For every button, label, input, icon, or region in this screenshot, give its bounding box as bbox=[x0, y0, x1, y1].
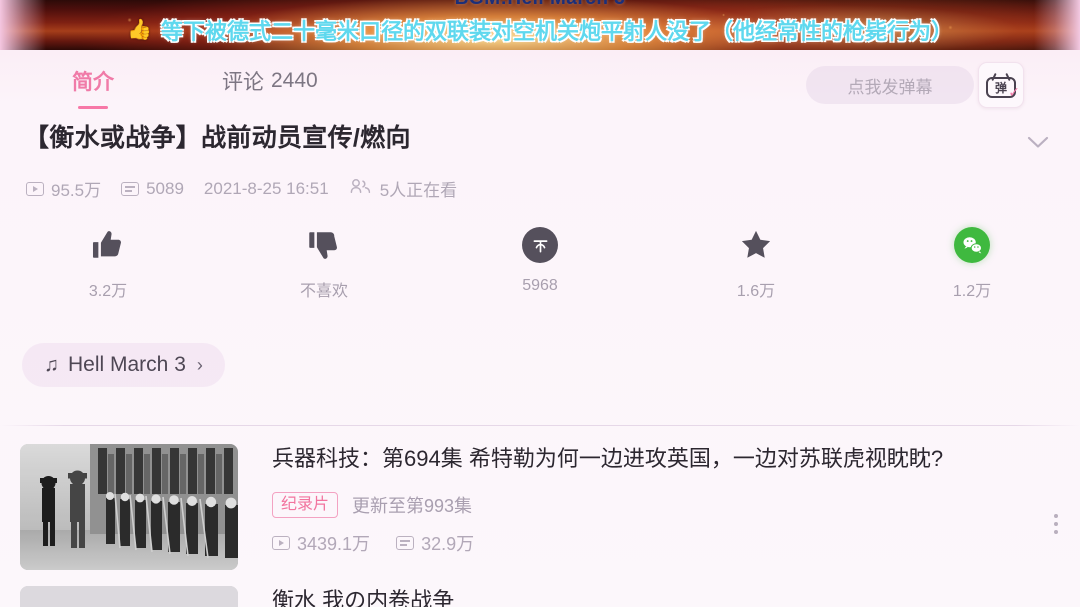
dislike-button[interactable]: 不喜欢 bbox=[216, 225, 432, 301]
tab-bar: 简介 评论 2440 点我发弹幕 弹 ✓ bbox=[0, 50, 1080, 112]
more-vertical-icon[interactable] bbox=[1054, 514, 1058, 534]
list-item[interactable]: 兵器科技：第694集 希特勒为何一边进攻英国，一边对苏联虎视眈眈? 纪录片 更新… bbox=[0, 426, 1080, 570]
chevron-down-icon[interactable] bbox=[1016, 122, 1060, 162]
rec-title: 衡水 我の内卷战争 bbox=[272, 588, 455, 607]
list-item[interactable]: 衡水 我の内卷战争 bbox=[0, 570, 1080, 607]
rec-info: 衡水 我の内卷战争 bbox=[238, 586, 1080, 607]
danmaku-input-placeholder: 点我发弹幕 bbox=[847, 77, 933, 97]
dislike-label: 不喜欢 bbox=[299, 283, 348, 300]
favorite-count: 1.6万 bbox=[736, 283, 776, 300]
meta-date: 2021-8-25 16:51 bbox=[204, 179, 329, 199]
tab-comments-count: 2440 bbox=[271, 69, 318, 92]
chevron-right-icon: › bbox=[196, 354, 203, 375]
viewers-icon bbox=[349, 178, 373, 199]
music-tag-title: Hell March 3 bbox=[68, 353, 186, 376]
meta-plays: 95.5万 bbox=[26, 176, 101, 201]
rec-plays-value: 3439.1万 bbox=[297, 533, 371, 554]
tab-intro[interactable]: 简介 bbox=[72, 66, 114, 96]
coin-icon bbox=[522, 225, 558, 265]
action-bar: 3.2万 不喜欢 5968 1.6万 1.2万 bbox=[0, 201, 1080, 301]
rec-thumbnail[interactable] bbox=[20, 586, 238, 607]
video-player-strip[interactable]: BGM:Hell March 3 👍 等下被德式二十毫米口径的双联装对空机关炮平… bbox=[0, 0, 1080, 50]
danmaku-tv-icon: 弹 ✓ bbox=[986, 72, 1020, 100]
player-edge-glow-right bbox=[1034, 0, 1080, 50]
music-tag[interactable]: ♫ Hell March 3 › bbox=[22, 343, 225, 387]
like-button[interactable]: 3.2万 bbox=[0, 225, 216, 301]
play-count-icon bbox=[26, 181, 44, 196]
tab-comments[interactable]: 评论 2440 bbox=[222, 66, 318, 96]
play-count-icon bbox=[272, 535, 290, 550]
star-icon bbox=[738, 225, 774, 265]
coin-button[interactable]: 5968 bbox=[432, 225, 648, 301]
player-edge-glow-left bbox=[0, 0, 46, 50]
tab-intro-label: 简介 bbox=[72, 71, 114, 94]
wechat-icon bbox=[954, 225, 990, 265]
thumbs-up-icon bbox=[91, 225, 125, 265]
content-area: 简介 评论 2440 点我发弹幕 弹 ✓ 【衡水或战争】战前动员宣传/燃向 95… bbox=[0, 50, 1080, 607]
video-meta-row: 95.5万 5089 2021-8-25 16:51 5人正在看 bbox=[0, 162, 1080, 201]
music-tag-wrap: ♫ Hell March 3 › bbox=[0, 301, 1080, 387]
rec-danmaku: 32.9万 bbox=[396, 530, 474, 556]
rec-danmaku-value: 32.9万 bbox=[421, 533, 475, 554]
danmaku-entry-group: 点我发弹幕 弹 ✓ bbox=[806, 62, 1024, 108]
meta-danmaku-value: 5089 bbox=[146, 178, 184, 198]
tab-comments-label: 评论 bbox=[222, 71, 264, 94]
video-title: 【衡水或战争】战前动员宣传/燃向 bbox=[24, 124, 411, 152]
danmaku-count-icon bbox=[121, 181, 140, 196]
wechat-share-count: 1.2万 bbox=[952, 283, 992, 300]
coin-count: 5968 bbox=[522, 277, 558, 294]
wechat-share-button[interactable]: 1.2万 bbox=[864, 225, 1080, 301]
meta-watching-value: 5人正在看 bbox=[379, 181, 458, 200]
bgm-overlay-text: BGM:Hell March 3 bbox=[0, 0, 1080, 10]
title-row[interactable]: 【衡水或战争】战前动员宣传/燃向 bbox=[0, 112, 1080, 162]
danmaku-toggle-button[interactable]: 弹 ✓ bbox=[978, 62, 1024, 108]
like-count: 3.2万 bbox=[88, 283, 128, 300]
rec-thumbnail[interactable] bbox=[20, 444, 238, 570]
music-note-icon: ♫ bbox=[44, 353, 59, 376]
favorite-button[interactable]: 1.6万 bbox=[648, 225, 864, 301]
danmaku-count-icon bbox=[396, 535, 415, 550]
meta-watching: 5人正在看 bbox=[349, 176, 457, 201]
danmaku-input[interactable]: 点我发弹幕 bbox=[806, 66, 974, 104]
rec-update-text: 更新至第993集 bbox=[352, 495, 473, 516]
meta-plays-value: 95.5万 bbox=[51, 181, 102, 200]
rec-info: 兵器科技：第694集 希特勒为何一边进攻英国，一边对苏联虎视眈眈? 纪录片 更新… bbox=[238, 444, 1080, 570]
thumbs-down-icon bbox=[307, 225, 341, 265]
danmaku-overlay: 👍 等下被德式二十毫米口径的双联装对空机关炮平射人没了（他经常性的枪毙行为） bbox=[0, 14, 1080, 46]
rec-stats: 3439.1万 32.9万 bbox=[272, 530, 1020, 556]
meta-danmaku: 5089 bbox=[121, 179, 184, 199]
meta-date-value: 2021-8-25 16:51 bbox=[203, 178, 329, 198]
rec-plays: 3439.1万 bbox=[272, 530, 370, 556]
rec-title: 兵器科技：第694集 希特勒为何一边进攻英国，一边对苏联虎视眈眈? bbox=[272, 446, 944, 471]
check-icon: ✓ bbox=[1008, 83, 1020, 100]
thumbs-up-icon: 👍 bbox=[127, 19, 152, 41]
status-badge: 纪录片 bbox=[272, 491, 339, 518]
rec-badge-row: 纪录片 更新至第993集 bbox=[272, 491, 1020, 518]
danmaku-overlay-text: 等下被德式二十毫米口径的双联装对空机关炮平射人没了（他经常性的枪毙行为） bbox=[160, 19, 953, 44]
